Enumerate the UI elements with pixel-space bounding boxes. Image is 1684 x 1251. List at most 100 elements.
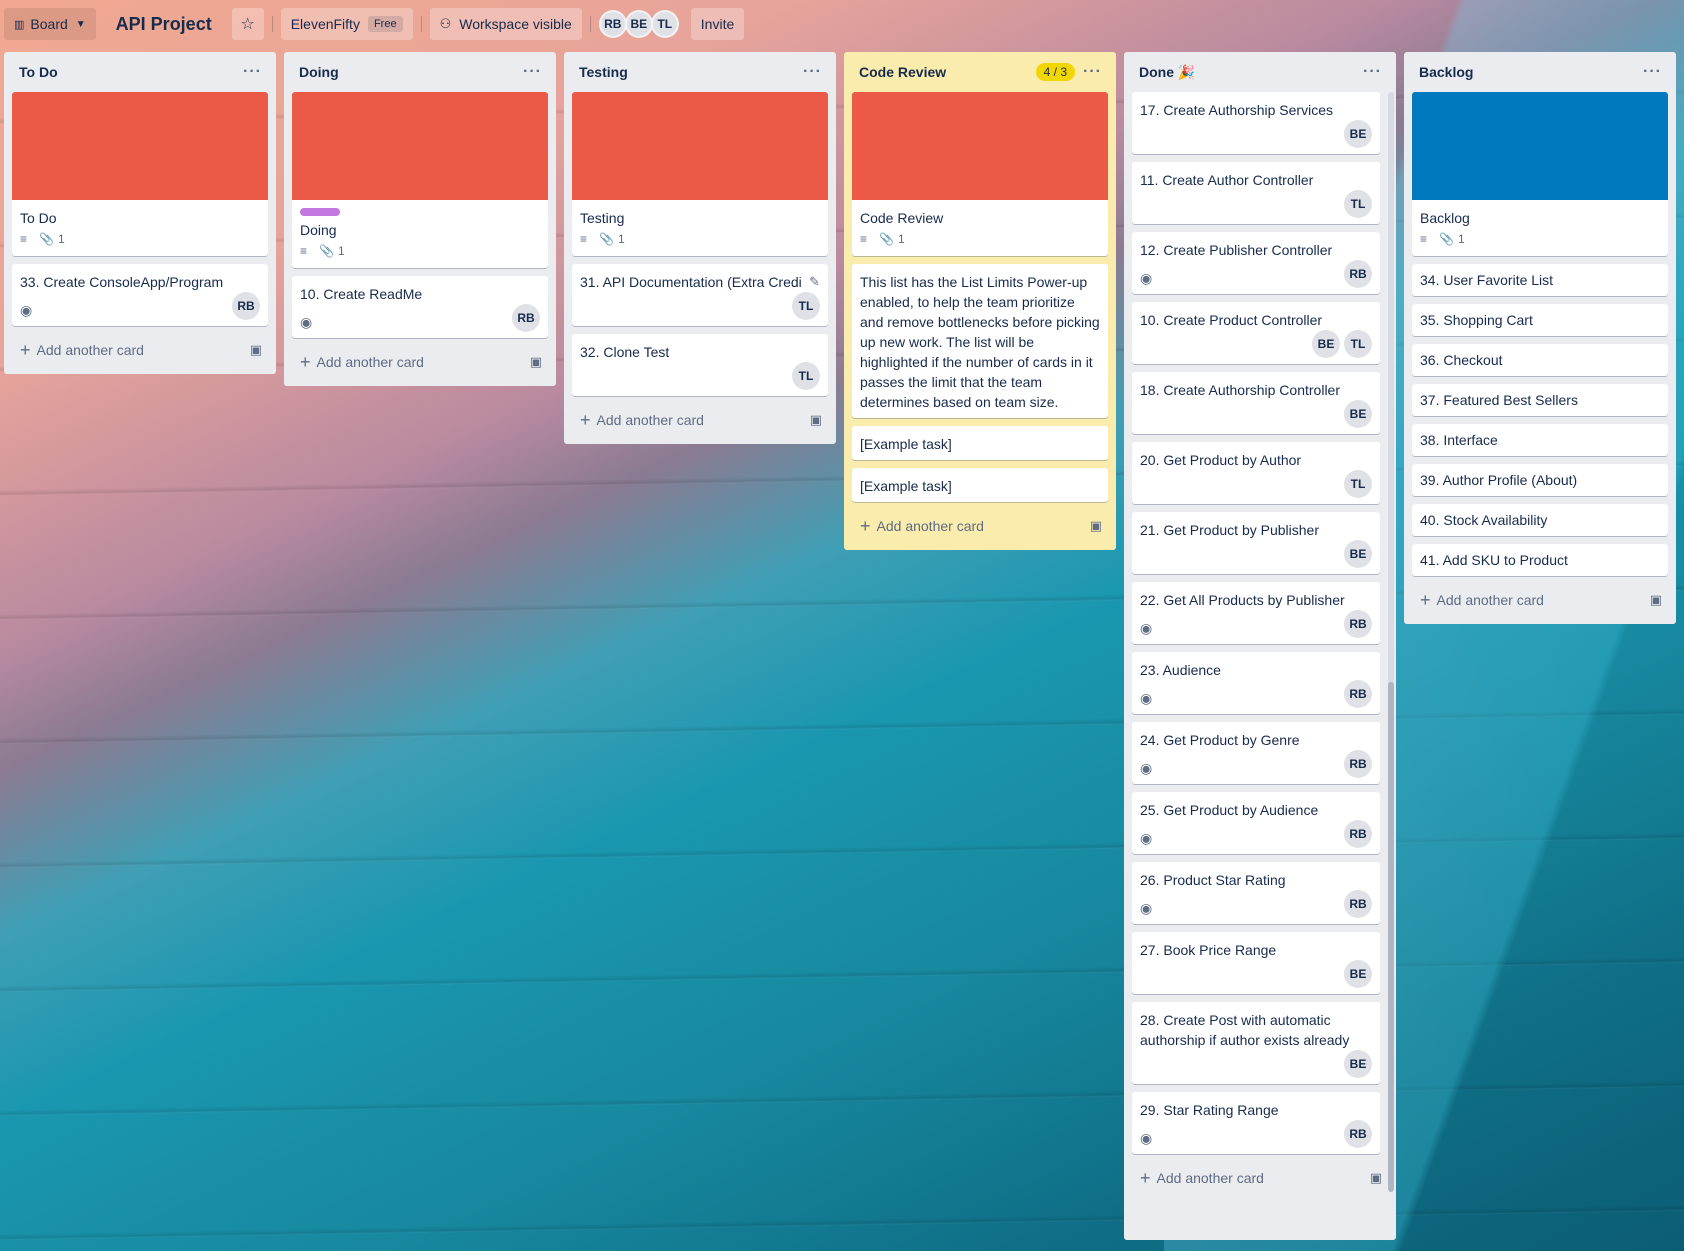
attachment-icon: 📎 [599,232,614,246]
template-icon[interactable]: ▣ [1090,518,1102,534]
card-member-avatar[interactable]: RB [232,292,260,320]
attachment-icon: 📎 [879,232,894,246]
board-title[interactable]: API Project [104,14,224,35]
card-title: 31. API Documentation (Extra Credit) [580,274,802,290]
list-card[interactable]: 40. Stock Availability [1412,504,1668,536]
list-card[interactable]: 24. Get Product by Genre ◉ RB [1132,722,1380,784]
list-card[interactable]: 10. Create Product Controller BE TL [1132,302,1380,364]
card-title: 34. User Favorite List [1420,272,1554,288]
list-card[interactable]: 37. Featured Best Sellers [1412,384,1668,416]
board-view-switcher[interactable]: ▥ Board ▼ [4,8,96,40]
list-menu-icon[interactable]: ··· [1083,63,1108,81]
list-header[interactable]: Code Review 4 / 3 ··· [852,52,1108,92]
member-avatar[interactable]: TL [650,10,679,38]
list-card[interactable]: 23. Audience ◉ RB [1132,652,1380,714]
list-card[interactable]: 20. Get Product by Author TL [1132,442,1380,504]
cover-card[interactable]: To Do ≡ 📎 1 [12,92,268,256]
pencil-icon[interactable]: ✎ [809,272,820,292]
card-member-avatar[interactable]: TL [792,362,820,390]
card-member-avatar[interactable]: RB [1344,820,1372,848]
template-icon[interactable]: ▣ [1650,592,1662,608]
add-card-button[interactable]: + Add another card ▣ [1412,584,1668,616]
list-menu-icon[interactable]: ··· [243,63,268,81]
card-member-avatar[interactable]: BE [1344,400,1372,428]
list-card[interactable]: 32. Clone Test TL [572,334,828,396]
list-card[interactable]: 22. Get All Products by Publisher ◉ RB [1132,582,1380,644]
list-card[interactable]: 12. Create Publisher Controller ◉ RB [1132,232,1380,294]
description-card[interactable]: This list has the List Limits Power-up e… [852,264,1108,418]
add-card-button[interactable]: + Add another card ▣ [12,334,268,366]
add-card-button[interactable]: + Add another card ▣ [1132,1162,1388,1194]
card-member-avatar[interactable]: TL [792,292,820,320]
scrollbar-thumb[interactable] [1388,682,1394,1192]
list-card[interactable]: 17. Create Authorship Services BE [1132,92,1380,154]
card-member-avatar[interactable]: RB [1344,890,1372,918]
list-header[interactable]: Done 🎉 ··· [1132,52,1388,92]
list-card[interactable]: 31. API Documentation (Extra Credit) ✎ T… [572,264,828,326]
card-member-avatar[interactable]: RB [1344,680,1372,708]
card-member-avatar[interactable]: BE [1344,1050,1372,1078]
list-card[interactable]: 10. Create ReadMe ◉ RB [292,276,548,338]
list-card[interactable]: 27. Book Price Range BE [1132,932,1380,994]
cover-card[interactable]: Doing ≡ 📎 1 [292,92,548,268]
card-member-avatar[interactable]: TL [1344,470,1372,498]
list-card[interactable]: 29. Star Rating Range ◉ RB [1132,1092,1380,1154]
list-card[interactable]: [Example task] [852,426,1108,460]
list-card[interactable]: 38. Interface [1412,424,1668,456]
card-member-avatar[interactable]: RB [1344,260,1372,288]
card-member-avatar[interactable]: BE [1344,120,1372,148]
card-member-avatar[interactable]: RB [1344,1120,1372,1148]
card-member-avatar[interactable]: TL [1344,330,1372,358]
card-member-avatar[interactable]: RB [512,304,540,332]
list-card[interactable]: 26. Product Star Rating ◉ RB [1132,862,1380,924]
list-card[interactable]: 25. Get Product by Audience ◉ RB [1132,792,1380,854]
list-menu-icon[interactable]: ··· [1363,63,1388,81]
list-title: Doing [299,64,339,80]
list-card[interactable]: 34. User Favorite List [1412,264,1668,296]
invite-button[interactable]: Invite [690,8,745,40]
card-title: 26. Product Star Rating [1140,872,1286,888]
add-card-button[interactable]: + Add another card ▣ [572,404,828,436]
card-member-avatar[interactable]: BE [1312,330,1340,358]
template-icon[interactable]: ▣ [1370,1170,1382,1186]
list-card[interactable]: 18. Create Authorship Controller BE [1132,372,1380,434]
card-member-avatar[interactable]: RB [1344,610,1372,638]
list-card[interactable]: 33. Create ConsoleApp/Program ◉ RB [12,264,268,326]
list-header[interactable]: To Do ··· [12,52,268,92]
list-card[interactable]: 41. Add SKU to Product [1412,544,1668,576]
cover-card[interactable]: Code Review ≡ 📎 1 [852,92,1108,256]
list-card[interactable]: [Example task] [852,468,1108,502]
list-scrollbar[interactable] [1388,92,1394,1192]
template-icon[interactable]: ▣ [530,354,542,370]
list-menu-icon[interactable]: ··· [803,63,828,81]
list-header[interactable]: Testing ··· [572,52,828,92]
member-avatar[interactable]: BE [624,10,653,38]
card-member-avatar[interactable]: BE [1344,960,1372,988]
list-header[interactable]: Doing ··· [292,52,548,92]
workspace-button[interactable]: ElevenFifty Free [280,8,413,40]
add-card-button[interactable]: + Add another card ▣ [292,346,548,378]
list-menu-icon[interactable]: ··· [523,63,548,81]
list-card[interactable]: 28. Create Post with automatic authorshi… [1132,1002,1380,1084]
card-member-avatar[interactable]: TL [1344,190,1372,218]
star-button[interactable]: ☆ [231,8,264,40]
add-card-button[interactable]: + Add another card ▣ [852,510,1108,542]
template-icon[interactable]: ▣ [810,412,822,428]
cover-card[interactable]: Backlog ≡ 📎 1 [1412,92,1668,256]
member-avatar[interactable]: RB [598,10,627,38]
card-title: [Example task] [860,478,952,494]
template-icon[interactable]: ▣ [250,342,262,358]
list-card[interactable]: 11. Create Author Controller TL [1132,162,1380,224]
card-label[interactable] [300,208,340,216]
card-member-avatar[interactable]: BE [1344,540,1372,568]
card-member-avatar[interactable]: RB [1344,750,1372,778]
list-header[interactable]: Backlog ··· [1412,52,1668,92]
list-card[interactable]: 35. Shopping Cart [1412,304,1668,336]
list-card[interactable]: 21. Get Product by Publisher BE [1132,512,1380,574]
visibility-button[interactable]: ⚇ Workspace visible [429,8,582,40]
list-card[interactable]: 36. Checkout [1412,344,1668,376]
list-menu-icon[interactable]: ··· [1643,63,1668,81]
cover-card[interactable]: Testing ≡ 📎 1 [572,92,828,256]
list-card[interactable]: 39. Author Profile (About) [1412,464,1668,496]
list-title: To Do [19,64,58,80]
